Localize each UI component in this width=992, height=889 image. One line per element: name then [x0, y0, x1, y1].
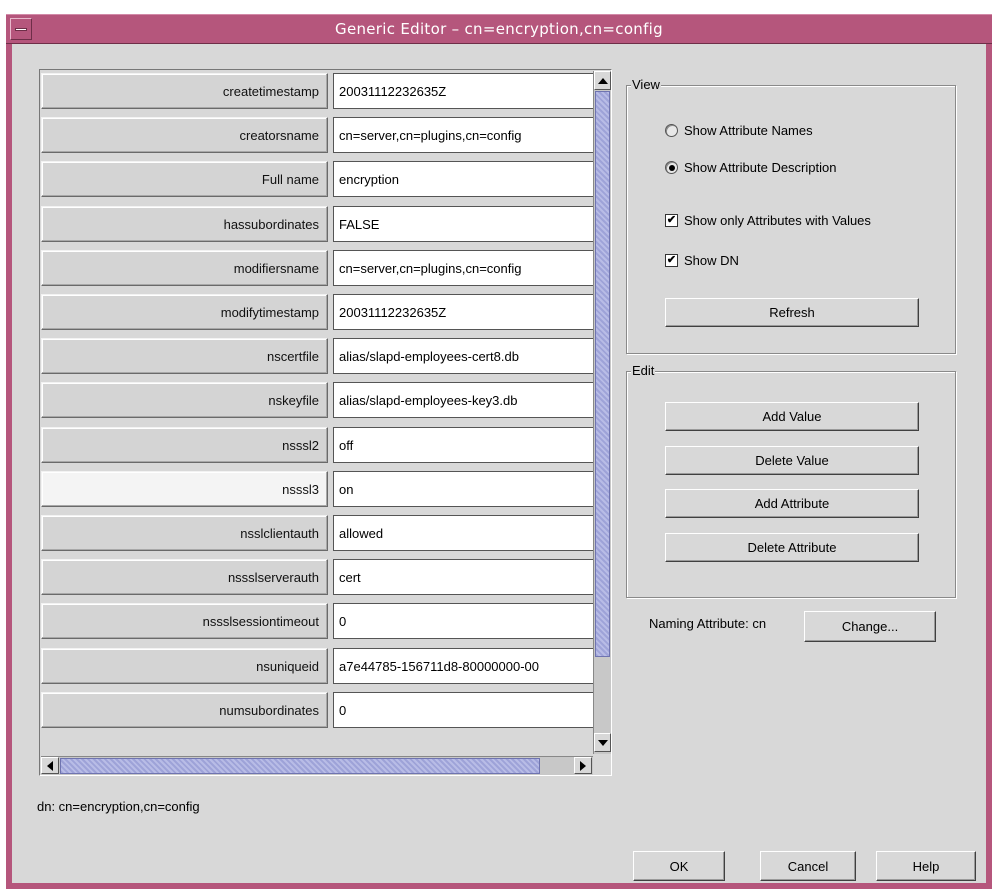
show-dn-option[interactable]: ✔ Show DN	[665, 253, 739, 268]
attribute-row[interactable]: numsubordinates 0	[41, 690, 593, 730]
cancel-button[interactable]: Cancel	[760, 851, 856, 881]
attribute-name-label[interactable]: hassubordinates	[41, 205, 328, 242]
title-bar[interactable]: Generic Editor – cn=encryption,cn=config	[6, 14, 992, 44]
window-title: Generic Editor – cn=encryption,cn=config	[335, 20, 663, 38]
attribute-value-field[interactable]: allowed	[333, 515, 593, 551]
attribute-value-field[interactable]: cn=server,cn=plugins,cn=config	[333, 117, 593, 154]
attribute-row[interactable]: createtimestamp 20031112232635Z	[41, 71, 593, 111]
attribute-name-label[interactable]: nsslclientauth	[41, 515, 328, 551]
attribute-name-label[interactable]: Full name	[41, 161, 328, 198]
show-dn-label: Show DN	[684, 253, 739, 268]
attribute-value-field[interactable]: on	[333, 470, 593, 507]
attribute-row[interactable]: nsuniqueid a7e44785-156711d8-80000000-00	[41, 646, 593, 686]
attribute-value-field[interactable]: encryption	[333, 161, 593, 198]
show-only-values-option[interactable]: ✔ Show only Attributes with Values	[665, 213, 871, 228]
horizontal-scrollbar[interactable]	[41, 756, 593, 775]
attribute-value-field[interactable]: 20031112232635Z	[333, 294, 593, 330]
attribute-value-field[interactable]: a7e44785-156711d8-80000000-00	[333, 647, 593, 684]
show-attribute-names-radio[interactable]	[665, 124, 678, 137]
show-attribute-description-label: Show Attribute Description	[684, 160, 837, 175]
attribute-row[interactable]: creatorsname cn=server,cn=plugins,cn=conf…	[41, 115, 593, 155]
show-only-values-label: Show only Attributes with Values	[684, 213, 871, 228]
attribute-row[interactable]: nssslserverauth cert	[41, 557, 593, 597]
edit-group: Edit Add Value Delete Value Add Attribut…	[626, 363, 956, 598]
attribute-row[interactable]: nskeyfile alias/slapd-employees-key3.db	[41, 380, 593, 420]
scroll-up-button[interactable]	[594, 71, 611, 90]
horizontal-scroll-thumb[interactable]	[60, 758, 540, 774]
show-dn-checkbox[interactable]: ✔	[665, 254, 678, 267]
attribute-name-label[interactable]: nsssl2	[41, 426, 328, 463]
attribute-name-label[interactable]: nskeyfile	[41, 382, 328, 419]
scroll-right-button[interactable]	[574, 757, 592, 774]
attribute-value-field[interactable]: cert	[333, 559, 593, 596]
attribute-value-field[interactable]: cn=server,cn=plugins,cn=config	[333, 249, 593, 286]
generic-editor-window: Generic Editor – cn=encryption,cn=config…	[6, 14, 992, 889]
attribute-name-label[interactable]: createtimestamp	[41, 73, 328, 109]
naming-attribute-label: Naming Attribute: cn	[649, 616, 767, 631]
attribute-name-label[interactable]: nsssl3	[41, 470, 328, 507]
attribute-row[interactable]: Full name encryption	[41, 159, 593, 199]
show-attribute-names-option[interactable]: Show Attribute Names	[665, 123, 813, 138]
attribute-table: createtimestamp 20031112232635Z creatorsna…	[41, 71, 593, 741]
arrow-left-icon	[47, 760, 53, 771]
attribute-name-label[interactable]: creatorsname	[41, 117, 328, 154]
show-attribute-description-option[interactable]: Show Attribute Description	[665, 160, 836, 175]
ok-button[interactable]: OK	[633, 851, 725, 881]
view-group-title: View	[631, 77, 661, 92]
show-attribute-description-radio[interactable]	[665, 161, 678, 174]
delete-value-button[interactable]: Delete Value	[665, 446, 919, 475]
arrow-down-icon	[597, 739, 608, 746]
add-value-button[interactable]: Add Value	[665, 402, 919, 431]
edit-group-title: Edit	[631, 363, 656, 378]
attribute-name-label[interactable]: modifiersname	[41, 249, 328, 286]
attribute-value-field[interactable]: alias/slapd-employees-key3.db	[333, 382, 593, 419]
delete-attribute-button[interactable]: Delete Attribute	[665, 533, 919, 562]
vertical-scrollbar[interactable]	[593, 71, 611, 754]
show-attribute-names-label: Show Attribute Names	[684, 123, 813, 138]
window-frame-bottom	[6, 883, 992, 889]
refresh-button[interactable]: Refresh	[665, 298, 919, 327]
attribute-name-label[interactable]: nsuniqueid	[41, 647, 328, 684]
show-only-values-checkbox[interactable]: ✔	[665, 214, 678, 227]
attribute-row[interactable]: modifytimestamp 20031112232635Z	[41, 292, 593, 332]
view-group: View Show Attribute Names Show Attribute…	[626, 77, 956, 354]
attribute-row[interactable]: modifiersname cn=server,cn=plugins,cn=con…	[41, 248, 593, 288]
change-button[interactable]: Change...	[804, 611, 936, 642]
attribute-value-field[interactable]: 20031112232635Z	[333, 73, 593, 109]
arrow-right-icon	[580, 760, 586, 771]
attribute-name-label[interactable]: nssslsessiontimeout	[41, 603, 328, 640]
attribute-row[interactable]: hassubordinates FALSE	[41, 204, 593, 244]
attribute-value-field[interactable]: off	[333, 426, 593, 463]
attribute-name-label[interactable]: nscertfile	[41, 338, 328, 375]
vertical-scroll-thumb[interactable]	[595, 91, 610, 657]
attribute-value-field[interactable]: alias/slapd-employees-cert8.db	[333, 338, 593, 375]
dn-label: dn: cn=encryption,cn=config	[37, 799, 200, 814]
scroll-left-button[interactable]	[41, 757, 59, 774]
attribute-name-label[interactable]: nssslserverauth	[41, 559, 328, 596]
dialog-content: createtimestamp 20031112232635Z creatorsna…	[12, 44, 986, 883]
attribute-row[interactable]: nsssl3 on	[41, 469, 593, 509]
attribute-row[interactable]: nscertfile alias/slapd-employees-cert8.db	[41, 336, 593, 376]
add-attribute-button[interactable]: Add Attribute	[665, 489, 919, 518]
window-frame-right	[986, 44, 992, 889]
attribute-row[interactable]: nsslclientauth allowed	[41, 513, 593, 553]
attribute-value-field[interactable]: 0	[333, 691, 593, 728]
attribute-value-field[interactable]: FALSE	[333, 205, 593, 242]
attribute-row[interactable]: nsssl2 off	[41, 425, 593, 465]
arrow-up-icon	[597, 77, 608, 84]
attribute-row[interactable]: nssslsessiontimeout 0	[41, 601, 593, 641]
attribute-name-label[interactable]: modifytimestamp	[41, 294, 328, 330]
scroll-down-button[interactable]	[594, 733, 611, 752]
help-button[interactable]: Help	[876, 851, 976, 881]
attribute-name-label[interactable]: numsubordinates	[41, 691, 328, 728]
attribute-value-field[interactable]: 0	[333, 603, 593, 640]
